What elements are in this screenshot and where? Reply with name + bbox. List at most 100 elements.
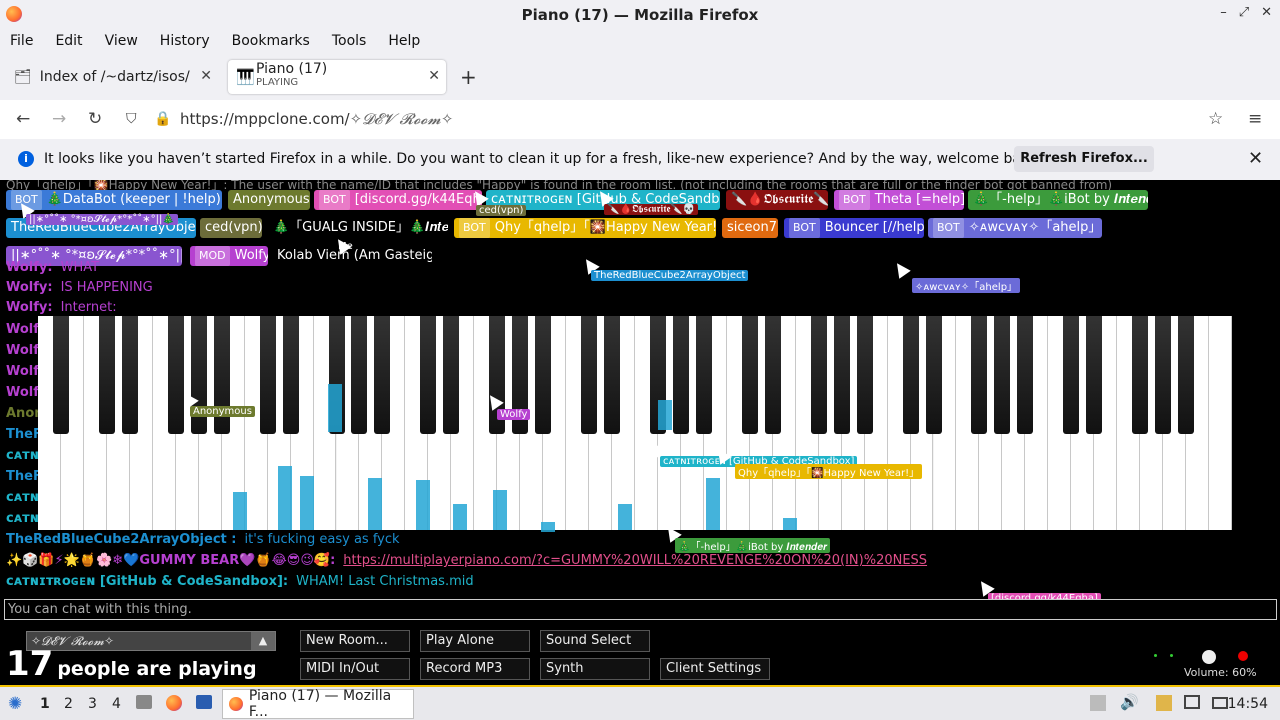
minimize-button[interactable]: –: [1220, 5, 1227, 20]
volume-dot-icon: [1238, 651, 1248, 661]
black-key[interactable]: [994, 316, 1011, 434]
black-key[interactable]: [581, 316, 598, 434]
terminal-icon[interactable]: [196, 695, 212, 709]
client-settings-button[interactable]: Client Settings: [660, 658, 770, 680]
black-key[interactable]: [672, 316, 689, 434]
bookmark-star-icon[interactable]: ☆: [1208, 109, 1223, 129]
cursor-label: ced(vpn): [476, 205, 527, 216]
file-manager-icon[interactable]: [136, 695, 152, 709]
battery-icon[interactable]: [1212, 697, 1228, 709]
user-tag[interactable]: siceon7: [722, 218, 778, 238]
tray-up-icon[interactable]: [1090, 695, 1106, 711]
clipboard-icon[interactable]: [1156, 695, 1172, 711]
user-tag[interactable]: BOT Qhy「qhelp」「🎇Happy New Year!」: [454, 218, 716, 238]
notification-close-icon[interactable]: ✕: [1248, 148, 1263, 169]
user-tag[interactable]: BOT [discord.gg/k44Eqha]: [314, 190, 482, 210]
user-tag[interactable]: BOT 🎄DataBot (keeper | !help) 🎄: [6, 190, 222, 210]
black-key[interactable]: [1017, 316, 1034, 434]
black-key[interactable]: [741, 316, 758, 434]
black-key[interactable]: [167, 316, 184, 434]
black-key[interactable]: [98, 316, 115, 434]
shield-icon[interactable]: ⛉: [126, 111, 137, 127]
volume-slider[interactable]: [1150, 650, 1250, 664]
piano-keyboard[interactable]: [38, 316, 1232, 532]
refresh-firefox-button[interactable]: Refresh Firefox...: [1014, 146, 1154, 172]
maximize-button[interactable]: ⤢: [1239, 5, 1249, 20]
user-tag[interactable]: ced(vpn): [200, 218, 262, 238]
lock-icon[interactable]: 🔒: [154, 111, 171, 127]
tab-close-icon[interactable]: ✕: [428, 68, 440, 84]
user-tag[interactable]: 🎄「GUALG INSIDE」🎄𝑰𝒏𝒕𝒆𝒏𝒅𝒆𝒓: [268, 218, 448, 238]
firefox-taskbar-icon[interactable]: [166, 695, 182, 711]
black-key[interactable]: [374, 316, 391, 434]
new-tab-button[interactable]: +: [460, 65, 477, 89]
black-key[interactable]: [121, 316, 138, 434]
start-menu-icon[interactable]: ✺: [8, 694, 22, 714]
user-tag[interactable]: BOT Theta [=help]: [834, 190, 964, 210]
black-key[interactable]: [764, 316, 781, 434]
tab-piano[interactable]: 🎹 Piano (17) PLAYING ✕: [228, 60, 446, 94]
speaker-icon[interactable]: 🔊: [1120, 693, 1139, 711]
menu-view[interactable]: View: [105, 33, 138, 49]
sound-select-button[interactable]: Sound Select: [540, 630, 650, 652]
reload-icon[interactable]: ↻: [88, 109, 102, 129]
user-tag[interactable]: BOT ✧ᴀᴡᴄᴠᴀʏ✧「ahelp」: [928, 218, 1102, 238]
black-key[interactable]: [856, 316, 873, 434]
menu-history[interactable]: History: [160, 33, 210, 49]
chat-text: WHAT: [60, 260, 100, 275]
black-key[interactable]: [902, 316, 919, 434]
chat-input[interactable]: You can chat with this thing.: [4, 599, 1277, 620]
menu-edit[interactable]: Edit: [55, 33, 82, 49]
synth-button[interactable]: Synth: [540, 658, 650, 680]
user-tag[interactable]: MOD Wolfy: [190, 246, 268, 266]
white-key[interactable]: [1209, 316, 1232, 530]
user-tag[interactable]: 🔪🩸𝕺𝖇𝖘𝖈𝖚𝖗𝖎𝖙𝖊🔪💀: [726, 190, 828, 210]
black-key[interactable]: [52, 316, 69, 434]
record-mp3-button[interactable]: Record MP3: [420, 658, 530, 680]
black-key[interactable]: [604, 316, 621, 434]
black-key[interactable]: [1178, 316, 1195, 434]
black-key[interactable]: [282, 316, 299, 434]
black-key[interactable]: [1086, 316, 1103, 434]
workspace-2[interactable]: 2: [64, 696, 73, 712]
play-alone-button[interactable]: Play Alone: [420, 630, 530, 652]
chat-text[interactable]: https://multiplayerpiano.com/?c=GUMMY%20…: [343, 553, 927, 568]
display-icon[interactable]: [1184, 695, 1200, 709]
back-arrow-icon[interactable]: ←: [16, 109, 30, 129]
user-tag[interactable]: Anonymous: [228, 190, 310, 210]
black-key[interactable]: [351, 316, 368, 434]
black-key[interactable]: [695, 316, 712, 434]
black-key[interactable]: [1155, 316, 1172, 434]
black-key[interactable]: [1063, 316, 1080, 434]
user-tag[interactable]: BOT Bouncer [//help]: [784, 218, 924, 238]
chat-author-partial: ᴄᴀᴛɴ: [6, 448, 38, 463]
workspace-1[interactable]: 1: [40, 696, 50, 712]
tab-close-icon[interactable]: ✕: [200, 68, 212, 84]
black-key[interactable]: [443, 316, 460, 434]
black-key[interactable]: [971, 316, 988, 434]
tab-index-of-isos[interactable]: 🗂 Index of /~dartz/isos/ ✕: [4, 60, 218, 94]
url-field[interactable]: https://mppclone.com/✧𝓓𝓔𝓥 𝓡𝓸𝓸𝓶✧: [180, 110, 453, 128]
black-key[interactable]: [925, 316, 942, 434]
black-key[interactable]: [259, 316, 276, 434]
new-room-button[interactable]: New Room...: [300, 630, 410, 652]
workspace-3[interactable]: 3: [88, 696, 97, 712]
workspace-4[interactable]: 4: [112, 696, 121, 712]
midi-in-out-button[interactable]: MIDI In/Out: [300, 658, 410, 680]
menu-tools[interactable]: Tools: [332, 33, 367, 49]
black-key[interactable]: [535, 316, 552, 434]
hamburger-menu-icon[interactable]: ≡: [1248, 109, 1262, 129]
close-window-button[interactable]: ✕: [1261, 5, 1272, 20]
black-key[interactable]: [810, 316, 827, 434]
taskbar-window-firefox[interactable]: Piano (17) — Mozilla F...: [222, 688, 414, 720]
menu-bookmarks[interactable]: Bookmarks: [232, 33, 310, 49]
user-tag[interactable]: 🎄「-help」🎄iBot by 𝑰𝒏𝒕𝒆𝒏𝒅𝒆𝒓: [968, 190, 1148, 210]
black-key[interactable]: [833, 316, 850, 434]
black-key[interactable]: [1132, 316, 1149, 434]
menu-file[interactable]: File: [10, 33, 33, 49]
black-key[interactable]: [420, 316, 437, 434]
volume-knob[interactable]: [1202, 650, 1216, 664]
note-bar: [453, 504, 467, 530]
menu-help[interactable]: Help: [388, 33, 420, 49]
forward-arrow-icon[interactable]: →: [52, 109, 66, 129]
